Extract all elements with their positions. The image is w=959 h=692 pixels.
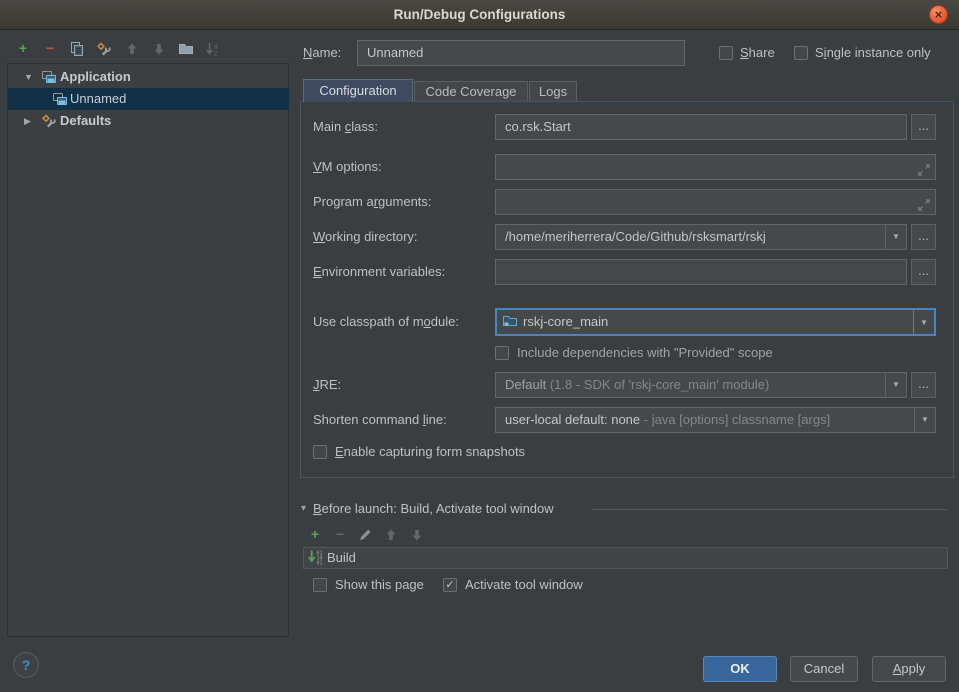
- configurations-tree: ▼ Application Unnamed ▶ Defaults: [7, 63, 289, 637]
- tree-item-label: Unnamed: [70, 88, 126, 110]
- include-provided-checkbox[interactable]: [495, 346, 509, 360]
- run-debug-configurations-dialog: Run/Debug Configurations × + − az ▼: [0, 0, 959, 692]
- before-launch-title: Before launch: Build, Activate tool wind…: [313, 501, 554, 517]
- application-icon: [52, 91, 68, 107]
- add-configuration-icon[interactable]: +: [14, 40, 32, 58]
- defaults-icon: [41, 113, 57, 129]
- tree-item-label: Defaults: [60, 110, 111, 132]
- environment-variables-browse-button[interactable]: ...: [911, 259, 936, 285]
- chevron-down-icon[interactable]: ▼: [885, 373, 906, 397]
- environment-variables-input[interactable]: [495, 259, 907, 285]
- tab-code-coverage[interactable]: Code Coverage: [414, 81, 528, 102]
- svg-text:01: 01: [317, 561, 323, 566]
- tree-item-application[interactable]: ▼ Application: [16, 66, 297, 88]
- program-arguments-label: Program arguments:: [313, 189, 432, 215]
- check-icon: ✓: [445, 579, 454, 591]
- move-up-icon[interactable]: [123, 41, 141, 59]
- vm-options-input[interactable]: [495, 154, 936, 180]
- edit-defaults-icon[interactable]: [95, 41, 113, 59]
- environment-variables-label: Environment variables:: [313, 259, 445, 285]
- ok-button[interactable]: OK: [703, 656, 777, 682]
- svg-text:a: a: [214, 44, 218, 51]
- remove-task-icon[interactable]: −: [331, 526, 349, 544]
- use-classpath-combobox[interactable]: rskj-core_main ▼: [495, 308, 936, 336]
- expander-open-icon[interactable]: ▼: [24, 66, 33, 88]
- expander-closed-icon[interactable]: ▶: [24, 110, 31, 132]
- tree-item-label: Application: [60, 66, 131, 88]
- tree-item-unnamed-selected[interactable]: Unnamed: [8, 88, 289, 110]
- application-icon: [41, 69, 57, 85]
- help-icon: ?: [22, 657, 31, 673]
- vm-options-label: VM options:: [313, 154, 382, 180]
- shorten-command-line-combobox[interactable]: user-local default: none - java [options…: [495, 407, 936, 433]
- before-launch-collapse-icon[interactable]: ▾: [301, 501, 306, 517]
- before-launch-task-build[interactable]: 011001 Build: [303, 547, 948, 569]
- edit-task-icon[interactable]: [356, 527, 374, 545]
- tab-configuration[interactable]: Configuration: [303, 79, 413, 102]
- enable-capturing-checkbox[interactable]: [313, 445, 327, 459]
- jre-combobox[interactable]: Default (1.8 - SDK of 'rskj-core_main' m…: [495, 372, 907, 398]
- cancel-button[interactable]: Cancel: [790, 656, 858, 682]
- before-launch-separator: [591, 509, 947, 510]
- close-icon[interactable]: ×: [929, 5, 948, 24]
- module-icon: [502, 313, 518, 336]
- expand-editor-icon[interactable]: [917, 161, 931, 180]
- tab-logs[interactable]: Logs: [529, 81, 577, 102]
- configurations-toolbar: + − az: [14, 40, 284, 58]
- jre-browse-button[interactable]: ...: [911, 372, 936, 398]
- show-this-page-checkbox[interactable]: [313, 578, 327, 592]
- titlebar[interactable]: Run/Debug Configurations ×: [0, 0, 959, 30]
- single-instance-label[interactable]: Single instance only: [815, 45, 931, 61]
- name-label: Name:: [303, 40, 341, 66]
- remove-configuration-icon[interactable]: −: [41, 40, 59, 58]
- chevron-down-icon[interactable]: ▼: [914, 408, 935, 432]
- enable-capturing-label[interactable]: Enable capturing form snapshots: [335, 444, 525, 460]
- window-title: Run/Debug Configurations: [0, 0, 959, 30]
- jre-label: JRE:: [313, 372, 341, 398]
- name-input[interactable]: Unnamed: [357, 40, 685, 66]
- apply-button[interactable]: Apply: [872, 656, 946, 682]
- include-provided-label[interactable]: Include dependencies with "Provided" sco…: [517, 345, 773, 361]
- working-directory-combobox[interactable]: /home/meriherrera/Code/Github/rsksmart/r…: [495, 224, 907, 250]
- program-arguments-input[interactable]: [495, 189, 936, 215]
- before-launch-toolbar: + −: [306, 526, 506, 544]
- expand-editor-icon[interactable]: [917, 196, 931, 215]
- single-instance-checkbox[interactable]: [794, 46, 808, 60]
- activate-tool-window-checkbox[interactable]: ✓: [443, 578, 457, 592]
- move-task-up-icon[interactable]: [382, 527, 400, 545]
- chevron-down-icon[interactable]: ▼: [885, 225, 906, 249]
- shorten-command-line-label: Shorten command line:: [313, 407, 447, 433]
- folder-icon[interactable]: [177, 41, 195, 59]
- sort-alphabetically-icon[interactable]: az: [204, 41, 222, 59]
- share-checkbox[interactable]: [719, 46, 733, 60]
- help-button[interactable]: ?: [13, 652, 39, 678]
- main-class-label: Main class:: [313, 114, 378, 140]
- chevron-down-icon[interactable]: ▼: [913, 310, 934, 334]
- share-label[interactable]: Share: [740, 45, 775, 61]
- main-class-input[interactable]: co.rsk.Start: [495, 114, 907, 140]
- tree-item-defaults[interactable]: ▶ Defaults: [16, 110, 297, 132]
- svg-text:z: z: [214, 51, 218, 58]
- activate-tool-window-label[interactable]: Activate tool window: [465, 577, 583, 593]
- move-down-icon[interactable]: [150, 41, 168, 59]
- working-directory-label: Working directory:: [313, 224, 418, 250]
- show-this-page-label[interactable]: Show this page: [335, 577, 424, 593]
- working-directory-browse-button[interactable]: ...: [911, 224, 936, 250]
- copy-configuration-icon[interactable]: [68, 41, 86, 59]
- build-icon: 011001: [307, 549, 323, 571]
- add-task-icon[interactable]: +: [306, 526, 324, 544]
- main-class-browse-button[interactable]: ...: [911, 114, 936, 140]
- move-task-down-icon[interactable]: [408, 527, 426, 545]
- use-classpath-label: Use classpath of module:: [313, 309, 459, 335]
